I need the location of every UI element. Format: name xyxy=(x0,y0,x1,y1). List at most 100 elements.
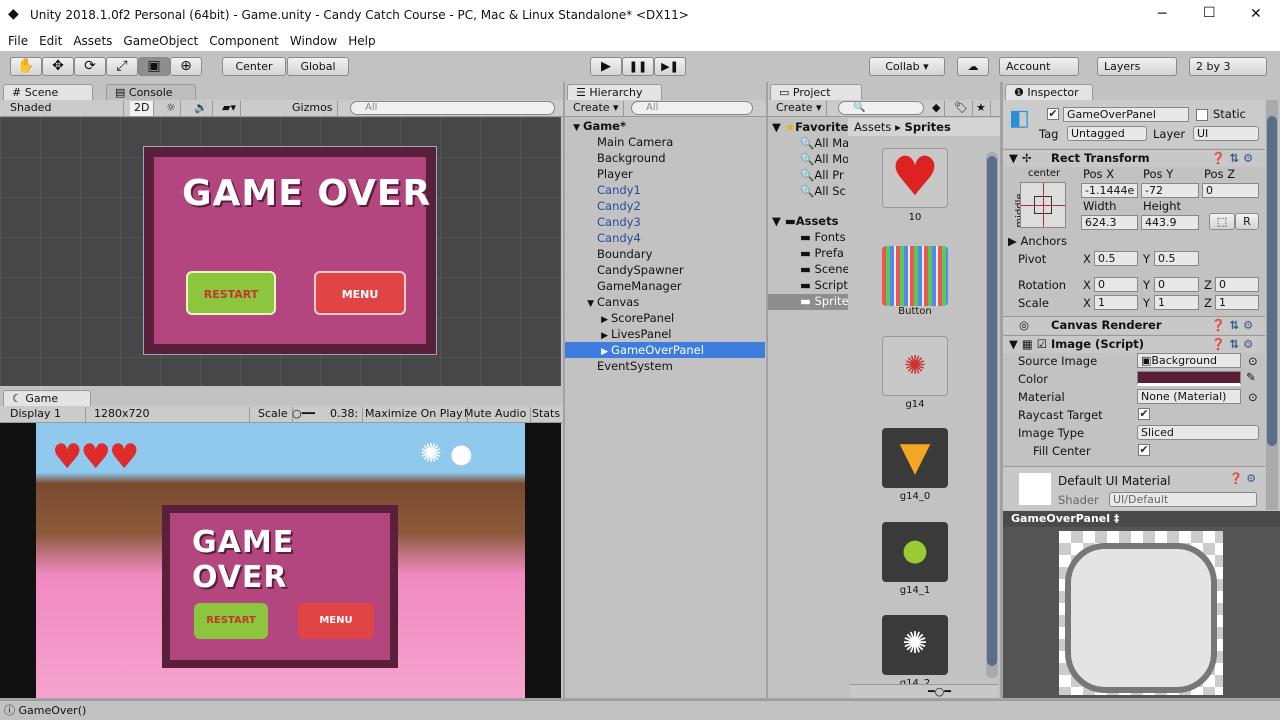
maximize-on-play-toggle[interactable]: Maximize On Play xyxy=(361,407,468,422)
game-view[interactable]: ♥♥♥ ✺ ● GAME OVER RESTART MENU xyxy=(0,423,561,698)
static-checkbox[interactable] xyxy=(1196,109,1208,121)
minimize-button[interactable]: ─ xyxy=(1158,6,1166,22)
posx-input[interactable]: -1.1444e xyxy=(1081,183,1138,198)
width-input[interactable]: 624.3 xyxy=(1081,215,1138,230)
layer-dropdown[interactable]: UI xyxy=(1193,126,1259,141)
rect-transform-header[interactable]: ▼ ✢ Rect Transform ❓ ⇅ ⚙ xyxy=(1003,149,1265,167)
pause-button[interactable]: ❚❚ xyxy=(622,57,654,76)
restart-button[interactable]: RESTART xyxy=(186,271,276,315)
rect-tool-button[interactable]: ▣ xyxy=(138,57,170,76)
active-checkbox[interactable]: ✔ xyxy=(1047,108,1059,120)
scale-y-input[interactable]: 1 xyxy=(1154,295,1199,310)
fav-item[interactable]: 🔍All Mo xyxy=(800,152,848,166)
menu-gameobject[interactable]: GameObject xyxy=(123,34,198,48)
menu-help[interactable]: Help xyxy=(348,34,375,48)
pivot-x-input[interactable]: 0.5 xyxy=(1094,251,1138,266)
menu-component[interactable]: Component xyxy=(209,34,279,48)
menu-edit[interactable]: Edit xyxy=(39,34,62,48)
project-search-input[interactable]: 🔍 xyxy=(838,101,924,115)
scene-search-input[interactable]: All xyxy=(350,101,555,115)
fill-center-checkbox[interactable]: ✔ xyxy=(1138,444,1150,456)
folder-prefabs[interactable]: ▬ Prefa xyxy=(800,246,844,260)
rotate-tool-button[interactable]: ⟳ xyxy=(74,57,106,76)
folder-sprites[interactable]: ▬ Sprite xyxy=(768,294,848,310)
resolution-dropdown[interactable]: 1280x720 xyxy=(90,407,250,422)
source-image-field[interactable]: ▣Background xyxy=(1137,353,1241,368)
2d-toggle[interactable]: 2D xyxy=(130,101,155,116)
shader-dropdown[interactable]: UI/Default xyxy=(1109,492,1257,507)
hierarchy-item[interactable]: GameManager xyxy=(565,278,765,294)
scale-slider[interactable]: ○━━ xyxy=(288,407,328,422)
help-icon[interactable]: ❓ ⇅ ⚙ xyxy=(1211,317,1253,334)
fav-item[interactable]: 🔍All Ma xyxy=(800,136,848,150)
favorites-node[interactable]: ▼ ★Favorites xyxy=(772,120,848,134)
sprite-thumb-g14[interactable]: ✺ xyxy=(882,336,948,396)
game-over-panel[interactable]: GAME OVER RESTART MENU xyxy=(143,146,437,355)
hierarchy-item[interactable]: ▶ ScorePanel xyxy=(565,310,765,326)
help-icon[interactable]: ❓ ⇅ ⚙ xyxy=(1211,336,1253,353)
anchors-foldout[interactable]: ▶ Anchors xyxy=(1008,234,1067,248)
scale-x-input[interactable]: 1 xyxy=(1094,295,1138,310)
material-field[interactable]: None (Material) xyxy=(1137,389,1241,404)
object-picker-icon[interactable]: ⊙ xyxy=(1248,354,1258,368)
hierarchy-item[interactable]: Candy3 xyxy=(565,214,765,230)
hierarchy-item[interactable]: CandySpawner xyxy=(565,262,765,278)
posy-input[interactable]: -72 xyxy=(1141,183,1199,198)
image-type-dropdown[interactable]: Sliced xyxy=(1137,425,1259,440)
rotation-x-input[interactable]: 0 xyxy=(1094,277,1138,292)
sprite-thumb-g14_0[interactable]: ▼ xyxy=(882,428,948,488)
hierarchy-item[interactable]: ▼ Canvas xyxy=(565,294,765,310)
rotation-y-input[interactable]: 0 xyxy=(1154,277,1199,292)
menu-button[interactable]: MENU xyxy=(314,271,406,315)
help-icon[interactable]: ❓ ⚙ xyxy=(1229,472,1256,485)
menu-file[interactable]: File xyxy=(8,34,28,48)
raw-edit-button[interactable]: R xyxy=(1235,213,1259,230)
inspector-scrollbar[interactable] xyxy=(1266,100,1278,510)
maximize-button[interactable]: ☐ xyxy=(1203,5,1216,21)
display-dropdown[interactable]: Display 1 xyxy=(6,407,86,422)
project-create-dropdown[interactable]: Create ▾ xyxy=(772,101,827,116)
hierarchy-item[interactable]: ▶ GameOverPanel xyxy=(565,342,765,358)
rotation-z-input[interactable]: 0 xyxy=(1215,277,1259,292)
tab-game[interactable]: ☾ Game xyxy=(3,390,91,406)
thumbnail-size-slider[interactable]: ━○━ xyxy=(850,684,998,698)
gizmos-dropdown[interactable]: Gizmos xyxy=(288,101,338,116)
height-input[interactable]: 443.9 xyxy=(1141,215,1199,230)
folder-fonts[interactable]: ▬ Fonts xyxy=(800,230,846,244)
layout-dropdown[interactable]: 2 by 3 xyxy=(1189,57,1267,76)
step-button[interactable]: ▶❚ xyxy=(654,57,686,76)
posz-input[interactable]: 0 xyxy=(1202,183,1259,198)
mute-audio-toggle[interactable]: Mute Audio xyxy=(460,407,532,422)
sprite-thumb-g14_1[interactable]: ● xyxy=(882,522,948,582)
tab-inspector[interactable]: ❶ Inspector xyxy=(1005,84,1093,100)
favorite-star-icon[interactable]: ★ xyxy=(972,101,991,116)
eyedropper-icon[interactable]: ✎ xyxy=(1246,370,1256,384)
hand-tool-button[interactable]: ✋ xyxy=(10,57,42,76)
pivot-global-button[interactable]: Global xyxy=(287,57,349,76)
fav-item[interactable]: 🔍All Pr xyxy=(800,168,844,182)
hierarchy-item[interactable]: Player xyxy=(565,166,765,182)
tab-hierarchy[interactable]: ☰ Hierarchy xyxy=(567,84,662,100)
hierarchy-search-input[interactable]: All xyxy=(631,101,753,115)
hierarchy-item[interactable]: Boundary xyxy=(565,246,765,262)
close-button[interactable]: ✕ xyxy=(1250,6,1262,22)
cloud-icon[interactable]: ☁ xyxy=(957,57,989,76)
tab-console[interactable]: ▤ Console xyxy=(106,84,196,100)
scale-z-input[interactable]: 1 xyxy=(1215,295,1259,310)
transform-tool-button[interactable]: ⊕ xyxy=(170,57,202,76)
filter-label-icon[interactable]: 🏷 xyxy=(950,101,973,116)
hierarchy-item[interactable]: Candy2 xyxy=(565,198,765,214)
anchor-presets-button[interactable] xyxy=(1020,182,1066,228)
sprite-thumb-g14_2[interactable]: ✺ xyxy=(882,615,948,675)
sprite-thumb-10[interactable]: ♥ xyxy=(882,148,948,208)
blueprint-mode-button[interactable]: ⬚ xyxy=(1209,213,1235,230)
hierarchy-item[interactable]: ▶ LivesPanel xyxy=(565,326,765,342)
stats-toggle[interactable]: Stats xyxy=(528,407,566,422)
breadcrumb-assets[interactable]: Assets xyxy=(854,120,891,134)
project-scrollbar[interactable] xyxy=(986,152,998,678)
menu-assets[interactable]: Assets xyxy=(73,34,112,48)
lighting-icon[interactable]: ☼ xyxy=(162,101,181,116)
menu-window[interactable]: Window xyxy=(290,34,337,48)
raycast-target-checkbox[interactable]: ✔ xyxy=(1138,408,1150,420)
folder-scripts[interactable]: ▬ Script xyxy=(800,278,848,292)
